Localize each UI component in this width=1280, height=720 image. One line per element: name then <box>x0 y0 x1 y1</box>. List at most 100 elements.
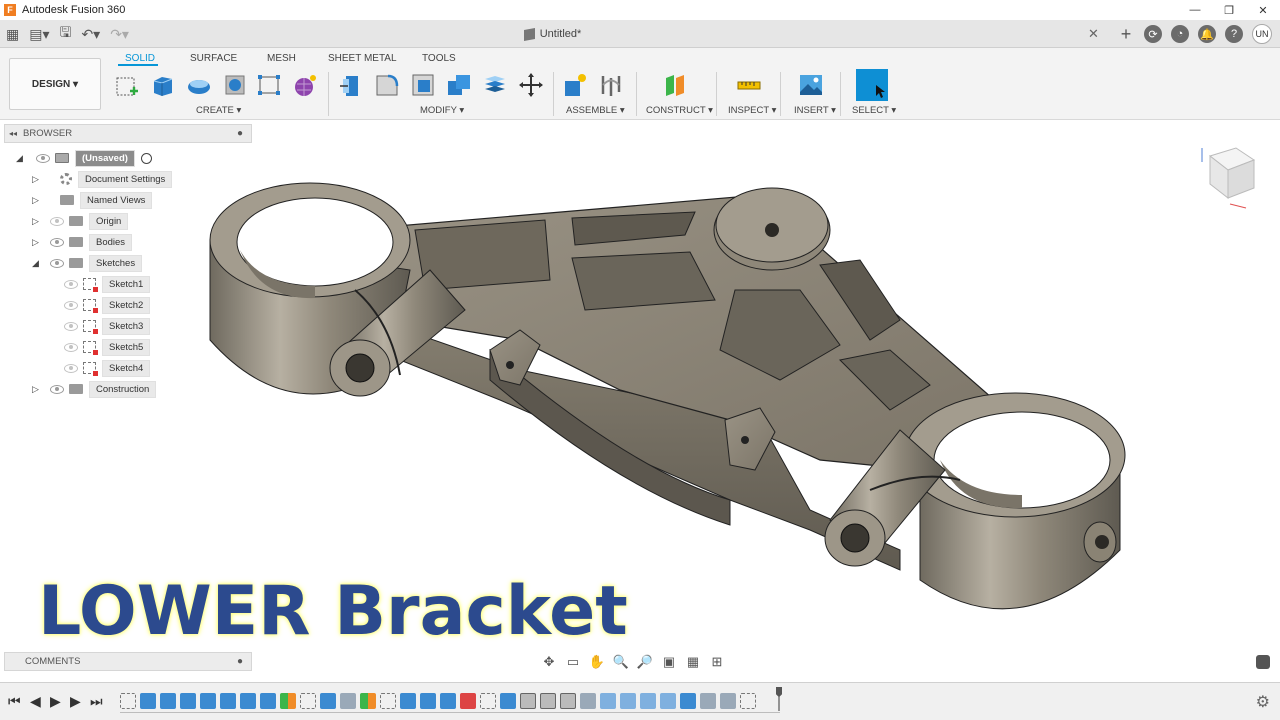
timeline-extrude-icon[interactable] <box>320 693 336 709</box>
rectangular-pattern-icon[interactable] <box>256 72 282 98</box>
tab-sheet-metal[interactable]: SHEET METAL <box>328 53 397 64</box>
timeline-fillet-icon[interactable] <box>700 693 716 709</box>
tab-tools[interactable]: TOOLS <box>422 53 456 64</box>
sweep-icon[interactable] <box>222 72 248 98</box>
insert-image-icon[interactable] <box>798 72 824 98</box>
fit-icon[interactable]: 🔎 <box>636 654 654 670</box>
tab-mesh[interactable]: MESH <box>267 53 296 64</box>
timeline-extrude-icon[interactable] <box>420 693 436 709</box>
timeline-fillet-icon[interactable] <box>720 693 736 709</box>
go-to-start-icon[interactable]: ⏮ <box>8 693 21 710</box>
timeline-sketch-icon[interactable] <box>740 693 756 709</box>
undo-icon[interactable]: ↶▾ <box>81 25 100 43</box>
fillet-icon[interactable] <box>374 72 400 98</box>
revolve-icon[interactable] <box>186 72 212 98</box>
measure-icon[interactable] <box>736 72 762 98</box>
data-panel-grid-icon[interactable]: ▦ <box>6 25 19 43</box>
timeline-extrude-icon[interactable] <box>180 693 196 709</box>
timeline-shell-icon[interactable] <box>560 693 576 709</box>
timeline-plane-icon[interactable] <box>360 693 376 709</box>
orbit-icon[interactable]: ✥ <box>540 654 558 670</box>
select-icon[interactable] <box>856 69 888 101</box>
step-forward-icon[interactable]: ▶ <box>70 693 81 710</box>
timeline-sketch-icon[interactable] <box>300 693 316 709</box>
timeline-extrude-icon[interactable] <box>440 693 456 709</box>
comments-panel[interactable]: COMMENTS ● <box>4 652 252 671</box>
notifications-icon[interactable]: 🔔 <box>1198 25 1216 43</box>
timeline-extrude-icon[interactable] <box>500 693 516 709</box>
construct-menu[interactable]: CONSTRUCT ▾ <box>646 105 713 116</box>
new-component-icon[interactable] <box>562 72 588 98</box>
shell-icon[interactable] <box>410 72 436 98</box>
timeline-plane-icon[interactable] <box>280 693 296 709</box>
timeline-sketch-icon[interactable] <box>480 693 496 709</box>
select-menu[interactable]: SELECT ▾ <box>852 105 896 116</box>
go-to-end-icon[interactable]: ⏭ <box>90 693 103 710</box>
pan-icon[interactable]: ✋ <box>588 654 606 670</box>
timeline-split-icon[interactable] <box>640 693 656 709</box>
minimize-button[interactable]: — <box>1178 0 1212 20</box>
file-menu-icon[interactable]: ▤▾ <box>29 25 49 43</box>
combine-icon[interactable] <box>446 72 472 98</box>
timeline-split-icon[interactable] <box>660 693 676 709</box>
user-avatar[interactable]: UN <box>1252 24 1272 44</box>
restore-button[interactable]: ❐ <box>1212 0 1246 20</box>
create-form-icon[interactable] <box>292 72 318 98</box>
timeline-delete-icon[interactable] <box>460 693 476 709</box>
create-sketch-icon[interactable] <box>114 72 140 98</box>
timeline-extrude-icon[interactable] <box>260 693 276 709</box>
canvas-viewport[interactable]: LOWER Bracket <box>0 120 1280 675</box>
redo-icon[interactable]: ↷▾ <box>110 25 129 43</box>
timeline-extrude-icon[interactable] <box>240 693 256 709</box>
split-body-icon[interactable] <box>482 72 508 98</box>
comments-add-icon[interactable]: ● <box>237 656 243 667</box>
save-icon[interactable]: 🖫 <box>60 24 72 43</box>
timeline-sketch-icon[interactable] <box>380 693 396 709</box>
timeline-shell-icon[interactable] <box>520 693 536 709</box>
inspect-menu[interactable]: INSPECT ▾ <box>728 105 776 116</box>
view-cube[interactable] <box>1196 142 1260 212</box>
joint-icon[interactable] <box>598 72 624 98</box>
timeline-extrude-icon[interactable] <box>680 693 696 709</box>
timeline-extrude-icon[interactable] <box>140 693 156 709</box>
extensions-icon[interactable]: ⟳ <box>1144 25 1162 43</box>
timeline-split-icon[interactable] <box>620 693 636 709</box>
step-back-icon[interactable]: ◀ <box>30 693 41 710</box>
document-tab[interactable]: Untitled* <box>0 20 1105 48</box>
new-tab-icon[interactable]: + <box>1117 24 1135 44</box>
insert-menu[interactable]: INSERT ▾ <box>794 105 836 116</box>
timeline-split-icon[interactable] <box>600 693 616 709</box>
timeline-marker[interactable] <box>776 687 782 711</box>
zoom-icon[interactable]: 🔍 <box>612 654 630 670</box>
timeline-sketch-icon[interactable] <box>120 693 136 709</box>
timeline-shell-icon[interactable] <box>540 693 556 709</box>
look-at-icon[interactable]: ▭ <box>564 654 582 670</box>
workspace-switcher-button[interactable]: DESIGN ▾ <box>9 58 101 110</box>
offset-plane-icon[interactable] <box>662 72 688 98</box>
tab-surface[interactable]: SURFACE <box>190 53 237 64</box>
extrude-icon[interactable] <box>150 72 176 98</box>
help-icon[interactable]: ? <box>1225 25 1243 43</box>
display-settings-icon[interactable]: ▣ <box>660 654 678 670</box>
timeline-settings-icon[interactable]: ⚙ <box>1256 692 1270 712</box>
timeline-extrude-icon[interactable] <box>220 693 236 709</box>
assemble-menu[interactable]: ASSEMBLE ▾ <box>566 105 625 116</box>
timeline-extrude-icon[interactable] <box>160 693 176 709</box>
timeline-fillet-icon[interactable] <box>580 693 596 709</box>
timeline-extrude-icon[interactable] <box>400 693 416 709</box>
press-pull-icon[interactable] <box>338 72 364 98</box>
bracket-model[interactable] <box>200 170 1140 630</box>
create-menu[interactable]: CREATE ▾ <box>196 105 241 116</box>
close-window-button[interactable]: ✕ <box>1246 0 1280 20</box>
viewports-icon[interactable]: ⊞ <box>708 654 726 670</box>
job-status-icon[interactable]: ◔ <box>1171 25 1189 43</box>
tab-solid[interactable]: SOLID <box>125 53 155 64</box>
timeline-revolve-icon[interactable] <box>340 693 356 709</box>
move-copy-icon[interactable] <box>518 72 544 98</box>
timeline-extrude-icon[interactable] <box>200 693 216 709</box>
play-icon[interactable]: ▶ <box>50 693 61 710</box>
dialog-toggle-icon[interactable] <box>1256 655 1270 669</box>
modify-menu[interactable]: MODIFY ▾ <box>420 105 464 116</box>
grid-settings-icon[interactable]: ▦ <box>684 654 702 670</box>
close-tab-icon[interactable]: ✕ <box>1088 26 1099 42</box>
